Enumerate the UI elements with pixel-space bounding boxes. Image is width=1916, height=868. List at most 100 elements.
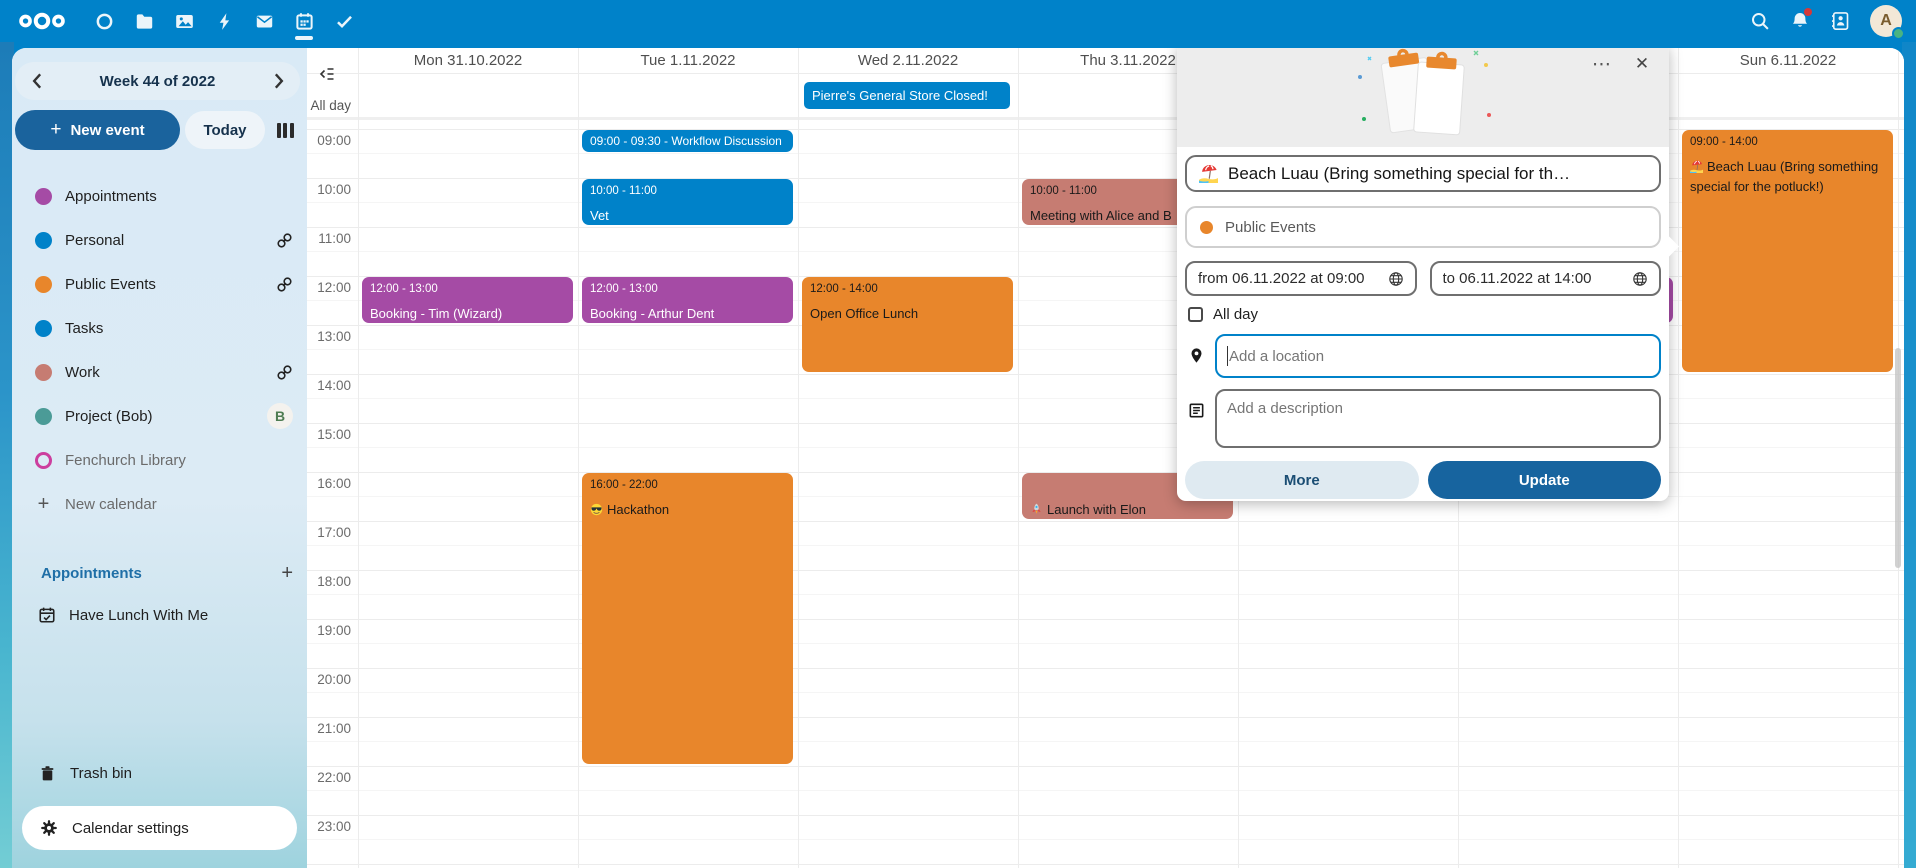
notifications-bell-icon[interactable] [1780,0,1820,42]
calendar-list-item[interactable]: Work [12,350,307,394]
calendar-list-item[interactable]: Public Events [12,262,307,306]
calendar-list-item[interactable]: Fenchurch Library [12,438,307,482]
end-date-value: to 06.11.2022 at 14:00 [1443,270,1633,287]
new-calendar-label: New calendar [65,496,293,513]
next-week-button[interactable] [256,62,300,100]
timezone-globe-icon[interactable] [1388,271,1404,287]
event-title-value: Beach Luau (Bring something special for … [1228,164,1570,184]
description-input[interactable]: Add a description [1215,389,1661,448]
event-title: Hackathon [607,502,669,517]
activity-icon[interactable] [204,0,244,42]
time-label: 20:00 [307,672,351,687]
time-label: 23:00 [307,819,351,834]
event-editor-form: Beach Luau (Bring something special for … [1177,147,1669,499]
event-title: Booking - Tim (Wizard) [370,306,502,321]
start-date-picker[interactable]: from 06.11.2022 at 09:00 [1185,261,1417,296]
shared-link-icon [276,364,293,381]
nextcloud-logo[interactable] [16,9,68,33]
event-illustration: ⋯ ✕ [1177,48,1669,147]
rocket-emoji-icon [1030,503,1043,516]
contacts-icon[interactable] [1820,0,1860,42]
background-strip-right [1902,0,1916,868]
timezone-globe-icon[interactable] [1632,271,1648,287]
time-label: 10:00 [307,182,351,197]
appointment-item-label: Have Lunch With Me [69,607,208,624]
calendar-select-value: Public Events [1225,219,1316,236]
tasks-icon[interactable] [324,0,364,42]
appointment-item[interactable]: Have Lunch With Me [12,593,307,637]
view-columns-icon[interactable] [270,115,300,145]
time-label: 17:00 [307,525,351,540]
new-event-button[interactable]: + New event [15,110,180,150]
location-input[interactable]: Add a location [1215,334,1661,378]
location-pin-icon [1188,347,1205,364]
avatar-letter: A [1880,12,1892,30]
calendar-app-icon[interactable] [284,0,324,42]
column-divider [358,48,359,868]
calendar-event[interactable]: 12:00 - 13:00Booking - Tim (Wizard) [362,277,573,323]
calendar-list-item[interactable]: Project (Bob)B [12,394,307,438]
calendar-list-item[interactable]: Tasks [12,306,307,350]
event-time: 12:00 - 14:00 [810,282,1005,296]
sidebar: Week 44 of 2022 + New event Today Appoin… [12,48,307,868]
time-label: 16:00 [307,476,351,491]
calendar-settings-label: Calendar settings [72,820,189,837]
calendar-name: Public Events [65,276,276,293]
calendar-event[interactable]: 09:00 - 09:30 - Workflow Discussion [582,130,793,152]
active-app-indicator [295,36,313,40]
calendar-color-dot [35,364,52,381]
top-bar-apps [0,0,364,42]
calendar-color-dot [35,452,52,469]
add-appointment-icon[interactable]: + [281,562,293,585]
calendar-event[interactable]: 16:00 - 22:00Hackathon [582,473,793,764]
calendar-color-dot [35,188,52,205]
dashboard-icon[interactable] [84,0,124,42]
collapse-weekdays-icon[interactable] [319,67,335,81]
calendar-settings-button[interactable]: Calendar settings [22,806,297,850]
start-date-value: from 06.11.2022 at 09:00 [1198,270,1388,287]
time-label: 12:00 [307,280,351,295]
location-placeholder: Add a location [1229,348,1324,365]
all-day-event[interactable]: Pierre's General Store Closed! [804,82,1010,109]
calendar-list-item[interactable]: Personal [12,218,307,262]
shared-link-icon [276,232,293,249]
vertical-scrollbar[interactable] [1895,348,1901,568]
avatar[interactable]: A [1870,5,1902,37]
calendar-color-dot [35,320,52,337]
end-date-picker[interactable]: to 06.11.2022 at 14:00 [1430,261,1662,296]
today-button[interactable]: Today [185,111,265,149]
previous-week-button[interactable] [15,62,59,100]
search-icon[interactable] [1740,0,1780,42]
trash-bin-button[interactable]: Trash bin [12,754,307,792]
app-content: Week 44 of 2022 + New event Today Appoin… [12,48,1904,868]
mail-icon[interactable] [244,0,284,42]
beach-umbrella-emoji-icon [1690,160,1703,173]
files-icon[interactable] [124,0,164,42]
event-title-input[interactable]: Beach Luau (Bring something special for … [1185,155,1661,192]
close-icon[interactable]: ✕ [1627,49,1657,79]
calendar-event[interactable]: 12:00 - 14:00Open Office Lunch [802,277,1013,372]
calendar-list-item[interactable]: Appointments [12,174,307,218]
more-button[interactable]: More [1185,461,1419,499]
calendar-select[interactable]: Public Events [1185,206,1661,248]
new-calendar-button[interactable]: + New calendar [12,482,307,526]
event-title: Booking - Arthur Dent [590,306,714,321]
status-online-dot [1892,27,1905,40]
calendar-list: Appointments Personal Public Events TasksWo… [12,174,307,482]
calendar-event[interactable]: 10:00 - 11:00Vet [582,179,793,225]
beach-umbrella-emoji-icon [1199,164,1218,183]
calendar-name: Appointments [65,188,293,205]
new-event-label: New event [70,122,144,139]
time-label: 18:00 [307,574,351,589]
calendar-color-dot [35,276,52,293]
location-row: Add a location [1185,334,1661,378]
all-day-checkbox-row[interactable]: All day [1185,306,1661,323]
all-day-checkbox[interactable] [1188,307,1203,322]
calendar-event[interactable]: 12:00 - 13:00Booking - Arthur Dent [582,277,793,323]
trash-bin-label: Trash bin [70,765,132,782]
photos-icon[interactable] [164,0,204,42]
update-button[interactable]: Update [1428,461,1662,499]
sunglasses-emoji-icon [590,503,603,516]
more-actions-icon[interactable]: ⋯ [1587,49,1617,79]
calendar-event[interactable]: 09:00 - 14:00Beach Luau (Bring something… [1682,130,1893,372]
